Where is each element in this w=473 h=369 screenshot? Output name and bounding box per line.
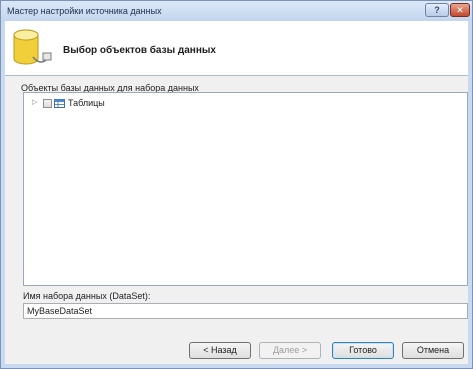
help-button[interactable]: ?	[425, 3, 449, 17]
tables-icon	[54, 98, 65, 108]
finish-button[interactable]: Готово	[332, 342, 394, 359]
window-title: Мастер настройки источника данных	[7, 6, 162, 16]
next-button[interactable]: Далее >	[259, 342, 321, 359]
tree-item-label: Таблицы	[68, 98, 105, 108]
page-title: Выбор объектов базы данных	[63, 45, 216, 56]
wizard-window: Мастер настройки источника данных ? ✕ Вы…	[0, 0, 473, 369]
close-button[interactable]: ✕	[450, 3, 470, 17]
title-bar: Мастер настройки источника данных ? ✕	[1, 1, 472, 21]
tables-checkbox[interactable]	[43, 98, 52, 108]
wizard-header: Выбор объектов базы данных	[5, 21, 468, 75]
back-button[interactable]: < Назад	[189, 342, 251, 359]
cancel-button[interactable]: Отмена	[402, 342, 464, 359]
expand-arrow-icon[interactable]: ▷	[32, 99, 40, 107]
database-icon	[13, 29, 52, 65]
dataset-name-input[interactable]	[23, 303, 468, 319]
dataset-name-label: Имя набора данных (DataSet):	[23, 291, 151, 301]
tree-item-tables[interactable]: ▷ Таблицы	[32, 97, 105, 109]
database-objects-tree[interactable]: ▷ Таблицы	[23, 92, 468, 286]
